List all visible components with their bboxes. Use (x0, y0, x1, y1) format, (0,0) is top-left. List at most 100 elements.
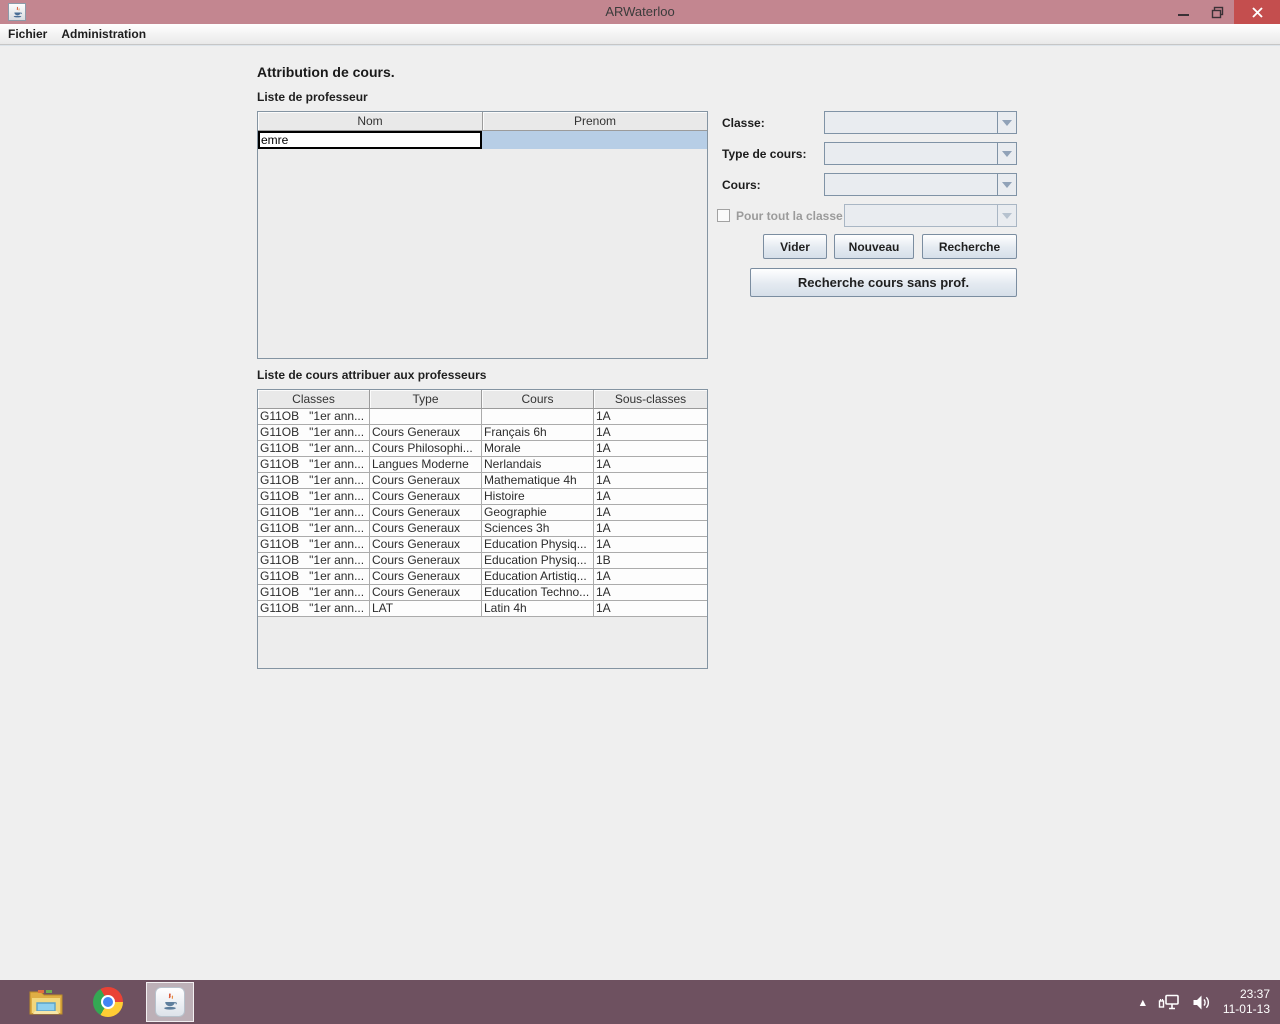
titlebar: ARWaterloo (0, 0, 1280, 24)
chevron-down-icon[interactable] (997, 112, 1016, 133)
column-header-prenom[interactable]: Prenom (483, 112, 707, 131)
cell-type: Cours Generaux (370, 569, 482, 585)
cell-cours: Français 6h (482, 425, 594, 441)
cell-type: Cours Generaux (370, 489, 482, 505)
cell-cours: Latin 4h (482, 601, 594, 617)
table-row[interactable]: G11OB "1er ann...Cours GenerauxFrançais … (258, 425, 707, 441)
nom-editor-input[interactable] (258, 131, 482, 149)
cell-sous_classes: 1A (594, 585, 707, 601)
java-icon (155, 987, 185, 1017)
cours-combobox[interactable] (824, 173, 1017, 196)
cell-type: Cours Generaux (370, 585, 482, 601)
table-row[interactable]: G11OB "1er ann...Cours Philosophi...Mora… (258, 441, 707, 457)
cours-label: Cours: (722, 178, 761, 192)
clock-date: 11-01-13 (1223, 1002, 1270, 1017)
cell-type (370, 409, 482, 425)
table-row[interactable]: G11OB "1er ann...Cours GenerauxMathemati… (258, 473, 707, 489)
restore-button[interactable] (1200, 0, 1234, 24)
courses-list-label: Liste de cours attribuer aux professeurs (257, 368, 486, 382)
column-header-sous-classes[interactable]: Sous-classes (594, 390, 707, 409)
cell-classes: G11OB "1er ann... (258, 569, 370, 585)
nouveau-button[interactable]: Nouveau (834, 234, 914, 259)
classe-combobox-value (825, 112, 997, 133)
cell-classes: G11OB "1er ann... (258, 537, 370, 553)
network-icon[interactable] (1158, 994, 1180, 1011)
type-de-cours-combobox[interactable] (824, 142, 1017, 165)
desktop: ARWaterloo Fichier Administration Attr (0, 0, 1280, 1024)
table-row[interactable]: G11OB "1er ann...Cours GenerauxEducation… (258, 553, 707, 569)
cell-sous_classes: 1A (594, 409, 707, 425)
vider-button[interactable]: Vider (763, 234, 827, 259)
cell-cours: Education Artistiq... (482, 569, 594, 585)
table-row[interactable]: G11OB "1er ann...Cours GenerauxEducation… (258, 569, 707, 585)
taskbar-clock[interactable]: 23:37 11-01-13 (1223, 987, 1270, 1017)
close-icon (1252, 7, 1263, 18)
cell-cours: Morale (482, 441, 594, 457)
prenom-selected-cell[interactable] (482, 131, 707, 149)
table-row[interactable]: G11OB "1er ann...Langues ModerneNerlanda… (258, 457, 707, 473)
cell-cours: Education Techno... (482, 585, 594, 601)
cell-classes: G11OB "1er ann... (258, 553, 370, 569)
courses-table: Classes Type Cours Sous-classes G11OB "1… (257, 389, 708, 669)
table-row[interactable]: G11OB "1er ann...LATLatin 4h1A (258, 601, 707, 617)
cell-type: Langues Moderne (370, 457, 482, 473)
taskbar-file-explorer-button[interactable] (22, 982, 70, 1022)
menu-fichier[interactable]: Fichier (8, 24, 55, 45)
chevron-down-icon[interactable] (997, 143, 1016, 164)
cell-classes: G11OB "1er ann... (258, 585, 370, 601)
system-tray: ▲ 23:37 11-01-13 (1140, 987, 1280, 1017)
taskbar: ▲ 23:37 11-01-13 (0, 980, 1280, 1024)
taskbar-java-application-button[interactable] (146, 982, 194, 1022)
window-title: ARWaterloo (0, 0, 1280, 24)
table-row[interactable]: G11OB "1er ann...Cours GenerauxEducation… (258, 585, 707, 601)
cell-sous_classes: 1A (594, 425, 707, 441)
table-row[interactable] (258, 131, 707, 149)
cell-cours: Histoire (482, 489, 594, 505)
menu-administration[interactable]: Administration (61, 24, 154, 45)
cell-type: Cours Generaux (370, 473, 482, 489)
cell-cours: Mathematique 4h (482, 473, 594, 489)
volume-icon[interactable] (1192, 994, 1211, 1011)
page-title: Attribution de cours. (257, 64, 395, 80)
cell-type: Cours Generaux (370, 537, 482, 553)
minimize-button[interactable] (1166, 0, 1200, 24)
classe-label: Classe: (722, 116, 765, 130)
classe-combobox[interactable] (824, 111, 1017, 134)
professors-table: Nom Prenom (257, 111, 708, 359)
column-header-classes[interactable]: Classes (258, 390, 370, 409)
cell-sous_classes: 1A (594, 521, 707, 537)
cell-cours: Nerlandais (482, 457, 594, 473)
cell-classes: G11OB "1er ann... (258, 473, 370, 489)
chevron-down-icon[interactable] (997, 205, 1016, 226)
cell-classes: G11OB "1er ann... (258, 505, 370, 521)
pour-tout-la-classe-label: Pour tout la classe (736, 209, 843, 223)
table-row[interactable]: G11OB "1er ann...Cours GenerauxHistoire1… (258, 489, 707, 505)
cell-type: Cours Generaux (370, 521, 482, 537)
pour-tout-combobox[interactable] (844, 204, 1017, 227)
professors-list-label: Liste de professeur (257, 90, 368, 104)
taskbar-chrome-button[interactable] (84, 982, 132, 1022)
close-button[interactable] (1234, 0, 1280, 24)
cell-classes: G11OB "1er ann... (258, 489, 370, 505)
menubar: Fichier Administration (0, 24, 1280, 45)
type-de-cours-combobox-value (825, 143, 997, 164)
column-header-cours[interactable]: Cours (482, 390, 594, 409)
table-row[interactable]: G11OB "1er ann...Cours GenerauxEducation… (258, 537, 707, 553)
cell-classes: G11OB "1er ann... (258, 457, 370, 473)
table-row[interactable]: G11OB "1er ann...Cours GenerauxGeographi… (258, 505, 707, 521)
type-de-cours-label: Type de cours: (722, 147, 806, 161)
column-header-nom[interactable]: Nom (258, 112, 483, 131)
table-row[interactable]: G11OB "1er ann...Cours GenerauxSciences … (258, 521, 707, 537)
column-header-type[interactable]: Type (370, 390, 482, 409)
recherche-button[interactable]: Recherche (922, 234, 1017, 259)
file-explorer-icon (29, 989, 63, 1015)
hidden-icons-arrow[interactable]: ▲ (1140, 998, 1146, 1007)
table-row[interactable]: G11OB "1er ann...1A (258, 409, 707, 425)
professors-table-header: Nom Prenom (258, 112, 707, 131)
pour-tout-la-classe-checkbox[interactable] (717, 209, 730, 222)
cell-cours: Education Physiq... (482, 553, 594, 569)
chevron-down-icon[interactable] (997, 174, 1016, 195)
recherche-cours-sans-prof-button[interactable]: Recherche cours sans prof. (750, 268, 1017, 297)
chrome-icon (93, 987, 123, 1017)
window-controls (1166, 0, 1280, 24)
